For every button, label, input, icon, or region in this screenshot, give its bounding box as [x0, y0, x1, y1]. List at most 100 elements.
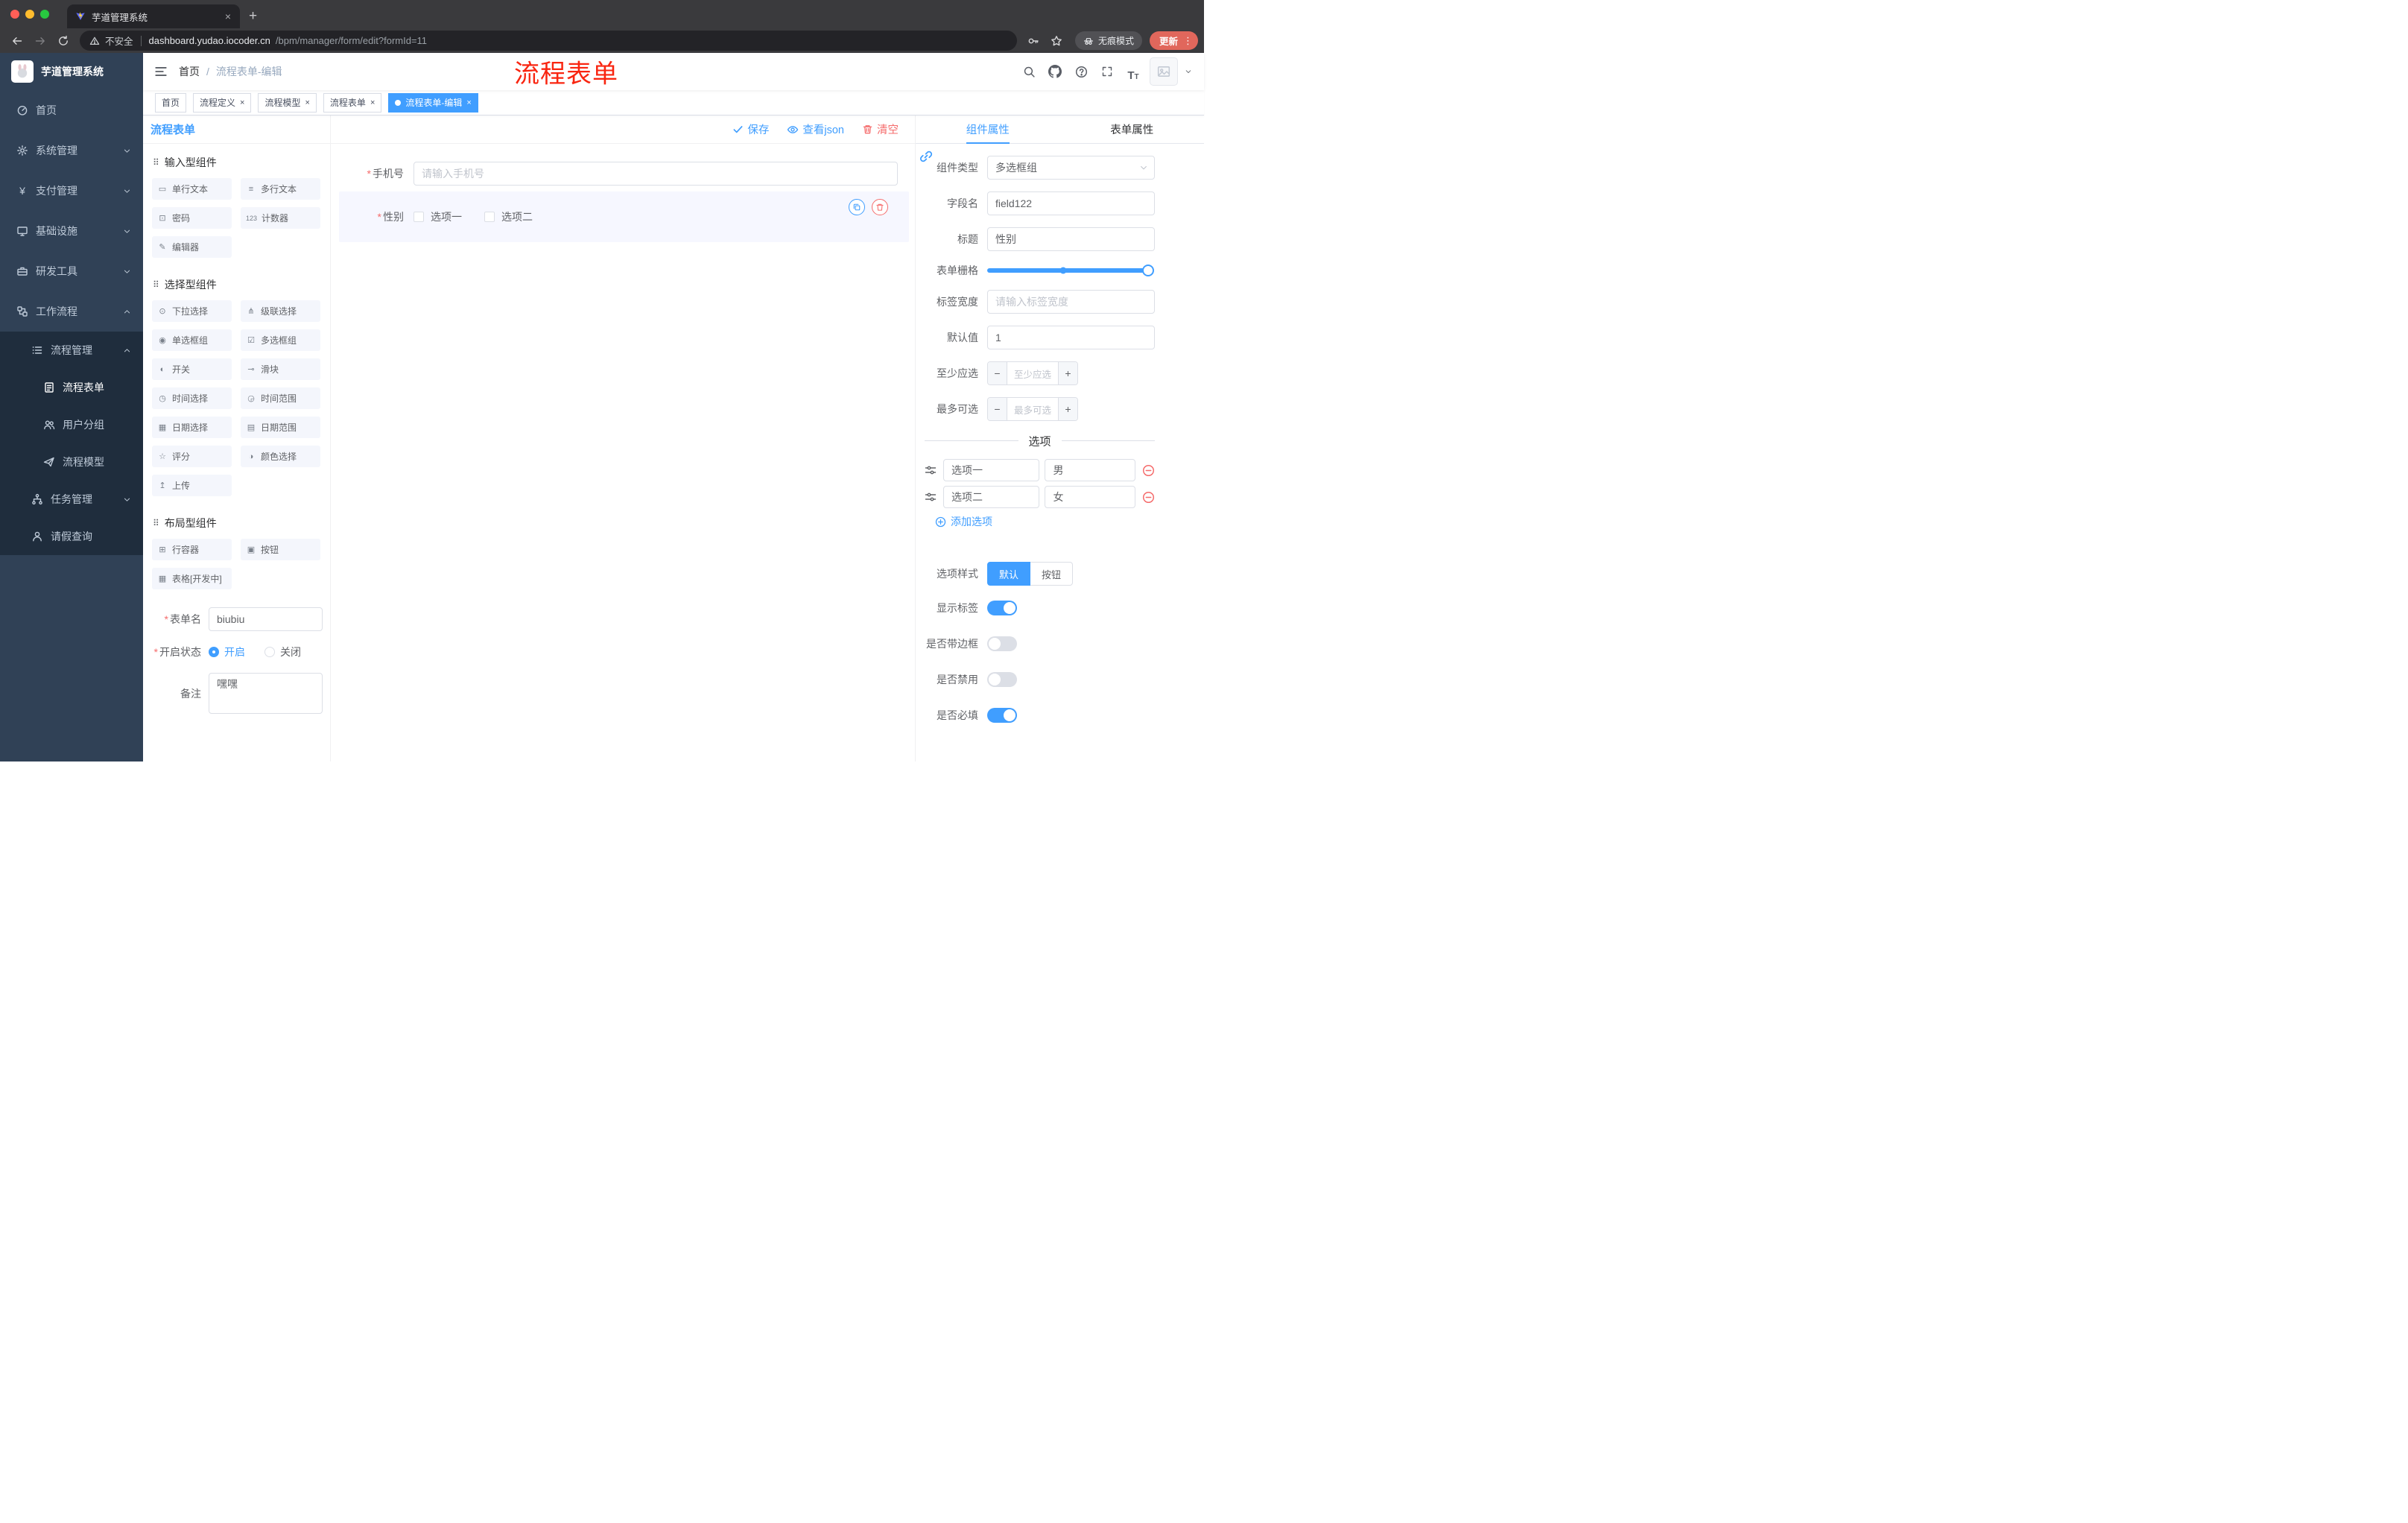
drag-handle-icon[interactable]	[925, 464, 938, 476]
phone-field-row[interactable]: * 手机号	[339, 162, 898, 186]
forward-button[interactable]	[29, 31, 51, 51]
remove-option-icon[interactable]	[1142, 491, 1155, 504]
sidebar-item-user-groups[interactable]: 用户分组	[0, 406, 143, 443]
component-table[interactable]: ▦ 表格[开发中]	[152, 568, 232, 589]
window-minimize-button[interactable]	[25, 10, 34, 19]
component-color-picker[interactable]: ◑ 颜色选择	[241, 446, 320, 467]
gender-checkbox-option2[interactable]: 选项二	[484, 209, 533, 224]
clear-button[interactable]: 清空	[862, 121, 899, 137]
checkbox-box[interactable]	[414, 212, 424, 222]
help-icon[interactable]	[1071, 62, 1091, 81]
default-value-input[interactable]	[987, 326, 1155, 349]
tab-component-props[interactable]: 组件属性	[916, 115, 1060, 143]
view-json-button[interactable]: 查看json	[787, 121, 844, 137]
window-zoom-button[interactable]	[40, 10, 49, 19]
decrease-icon[interactable]: −	[988, 362, 1007, 384]
save-button[interactable]: 保存	[732, 121, 769, 137]
title-input[interactable]	[987, 227, 1155, 251]
tag-close-icon[interactable]: ×	[305, 98, 309, 107]
password-key-icon[interactable]	[1023, 31, 1045, 51]
link-icon[interactable]	[919, 149, 934, 164]
max-select-value[interactable]: 最多可选	[1007, 398, 1058, 420]
window-close-button[interactable]	[10, 10, 19, 19]
component-date-range[interactable]: ▤ 日期范围	[241, 417, 320, 438]
phone-input[interactable]	[414, 162, 898, 186]
component-cascader[interactable]: ⋔ 级联选择	[241, 300, 320, 322]
tag-close-icon[interactable]: ×	[370, 98, 375, 107]
avatar-caret-icon[interactable]	[1185, 68, 1192, 75]
status-radio-off[interactable]: 关闭	[264, 645, 301, 659]
option-name-input[interactable]	[943, 459, 1040, 481]
sidebar-item-process-model[interactable]: 流程模型	[0, 443, 143, 481]
sidebar-item-process-form[interactable]: 流程表单	[0, 369, 143, 406]
gender-field-row-selected[interactable]: * 性别 选项一 选项二	[339, 191, 909, 242]
tab-form-props[interactable]: 表单属性	[1060, 115, 1205, 143]
remove-option-icon[interactable]	[1142, 464, 1155, 477]
disabled-toggle[interactable]	[987, 672, 1017, 687]
component-switch[interactable]: ◐ 开关	[152, 358, 232, 380]
sidebar-item-system[interactable]: 系统管理	[0, 130, 143, 171]
tab-close-icon[interactable]: ×	[222, 10, 234, 22]
component-time-picker[interactable]: ◷ 时间选择	[152, 387, 232, 409]
component-password[interactable]: ⊡ 密码	[152, 207, 232, 229]
avatar[interactable]	[1150, 57, 1178, 86]
grid-slider[interactable]	[987, 265, 1154, 276]
sidebar-item-workflow[interactable]: 工作流程	[0, 291, 143, 332]
component-editor[interactable]: ✎ 编辑器	[152, 236, 232, 258]
component-radio-group[interactable]: ◉ 单选框组	[152, 329, 232, 351]
status-radio-on[interactable]: 开启	[209, 645, 245, 659]
browser-menu-icon[interactable]: ⋮	[1183, 35, 1193, 47]
tag-process-form-edit[interactable]: 流程表单-编辑 ×	[388, 92, 478, 113]
sidebar-item-home[interactable]: 首页	[0, 90, 143, 130]
drag-handle-icon[interactable]	[925, 491, 938, 503]
address-bar[interactable]: 不安全 dashboard.yudao.iocoder.cn/bpm/manag…	[80, 31, 1017, 51]
option-value-input[interactable]	[1045, 486, 1135, 508]
show-label-toggle[interactable]	[987, 601, 1017, 615]
copy-field-button[interactable]	[849, 199, 865, 215]
checkbox-box[interactable]	[484, 212, 495, 222]
label-width-input[interactable]	[987, 290, 1155, 314]
form-name-input[interactable]	[209, 607, 323, 631]
sidebar-item-leave-query[interactable]: 请假查询	[0, 518, 143, 555]
breadcrumb-home[interactable]: 首页	[179, 64, 200, 79]
tag-process-model[interactable]: 流程模型 ×	[258, 92, 317, 113]
component-date-picker[interactable]: ▦ 日期选择	[152, 417, 232, 438]
component-slider[interactable]: ⊸ 滑块	[241, 358, 320, 380]
option-value-input[interactable]	[1045, 459, 1135, 481]
component-checkbox-group[interactable]: ☑ 多选框组	[241, 329, 320, 351]
decrease-icon[interactable]: −	[988, 398, 1007, 420]
component-button[interactable]: ▣ 按钮	[241, 539, 320, 560]
sidebar-item-infrastructure[interactable]: 基础设施	[0, 211, 143, 251]
component-counter[interactable]: 123 计数器	[241, 207, 320, 229]
fullscreen-icon[interactable]	[1097, 62, 1117, 81]
component-time-range[interactable]: ◶ 时间范围	[241, 387, 320, 409]
sidebar-item-process-management[interactable]: 流程管理	[0, 332, 143, 369]
sidebar-item-task-management[interactable]: 任务管理	[0, 481, 143, 518]
component-single-line-text[interactable]: ▭ 单行文本	[152, 178, 232, 200]
min-select-value[interactable]: 至少应选	[1007, 362, 1058, 384]
style-default-button[interactable]: 默认	[987, 562, 1031, 586]
tag-close-icon[interactable]: ×	[466, 98, 471, 107]
style-button-button[interactable]: 按钮	[1030, 562, 1074, 586]
component-dropdown-select[interactable]: ⊙ 下拉选择	[152, 300, 232, 322]
delete-field-button[interactable]	[872, 199, 888, 215]
github-icon[interactable]	[1045, 62, 1065, 81]
search-icon[interactable]	[1019, 62, 1039, 81]
sidebar-item-devtools[interactable]: 研发工具	[0, 251, 143, 291]
component-row-container[interactable]: ⊞ 行容器	[152, 539, 232, 560]
back-button[interactable]	[6, 31, 28, 51]
tag-process-definition[interactable]: 流程定义 ×	[193, 92, 252, 113]
sidebar-toggle-icon[interactable]	[143, 53, 179, 90]
font-size-icon[interactable]: TT	[1124, 62, 1143, 81]
increase-icon[interactable]: +	[1058, 362, 1077, 384]
reload-button[interactable]	[52, 31, 74, 51]
bookmark-star-icon[interactable]	[1046, 31, 1068, 51]
sidebar-item-payment[interactable]: ¥ 支付管理	[0, 171, 143, 211]
add-option-button[interactable]: 添加选项	[935, 514, 1155, 529]
form-remark-textarea[interactable]: 嘿嘿	[209, 673, 323, 714]
increase-icon[interactable]: +	[1058, 398, 1077, 420]
component-rate[interactable]: ☆ 评分	[152, 446, 232, 467]
component-upload[interactable]: ↥ 上传	[152, 475, 232, 496]
border-toggle[interactable]	[987, 636, 1017, 651]
tag-close-icon[interactable]: ×	[240, 98, 244, 107]
